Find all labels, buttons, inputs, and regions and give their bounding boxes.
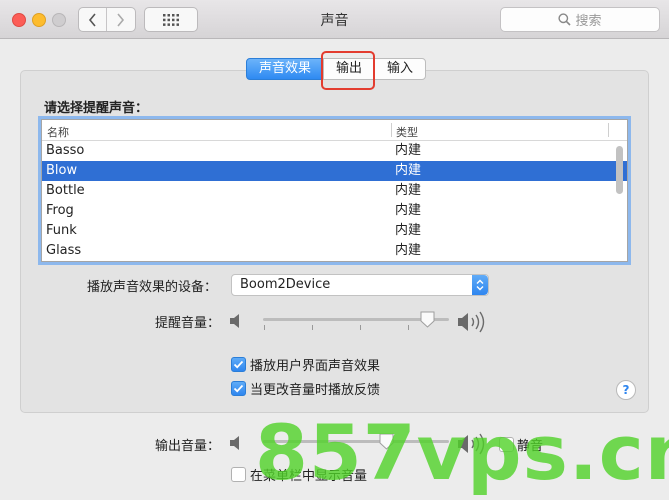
list-scrollbar[interactable] [616, 146, 623, 194]
device-select-value: Boom2Device [240, 277, 331, 292]
output-tab-highlight-box [321, 51, 375, 90]
sound-type-cell: 内建 [395, 203, 422, 218]
column-header-type[interactable]: 类型 [396, 124, 418, 140]
title-bar: 声音 搜索 [0, 0, 669, 39]
column-divider [608, 123, 609, 137]
sound-name-cell: Blow [46, 163, 78, 178]
speaker-high-icon [458, 311, 485, 333]
alert-sound-label: 请选择提醒声音： [44, 101, 149, 116]
tab-sound-effects[interactable]: 声音效果 [246, 58, 325, 80]
speaker-low-icon [230, 314, 239, 328]
sound-name-cell: Funk [46, 223, 77, 238]
sound-type-cell: 内建 [395, 163, 422, 178]
checkmark-icon [233, 384, 244, 393]
device-select[interactable]: Boom2Device [231, 274, 489, 296]
watermark-text: 857vps.cn [255, 408, 669, 497]
sound-list-row[interactable]: Blow 内建 [42, 161, 627, 181]
search-icon [558, 13, 572, 26]
volume-feedback-label[interactable]: 当更改音量时播放反馈 [250, 379, 380, 398]
search-field[interactable]: 搜索 [500, 7, 660, 32]
volume-feedback-checkbox[interactable] [231, 381, 246, 396]
sound-name-cell: Basso [46, 143, 85, 158]
column-header-name[interactable]: 名称 [47, 124, 69, 140]
sound-list-row[interactable]: Frog 内建 [42, 201, 627, 221]
tab-input[interactable]: 输入 [374, 58, 427, 80]
ui-sound-effects-checkbox[interactable] [231, 357, 246, 372]
slider-tick [264, 325, 265, 330]
show-volume-in-menubar-checkbox[interactable] [231, 467, 246, 482]
sound-name-cell: Glass [46, 243, 82, 258]
output-volume-label: 输出音量： [155, 439, 221, 454]
sound-list-row[interactable]: Glass 内建 [42, 241, 627, 261]
slider-tick [360, 325, 361, 330]
sound-type-cell: 内建 [395, 143, 422, 158]
sound-list-row[interactable]: Basso 内建 [42, 141, 627, 161]
list-header: 名称 类型 [42, 120, 627, 141]
alert-volume-label: 提醒音量： [155, 316, 221, 331]
slider-tick [408, 325, 409, 330]
select-arrows-icon [472, 275, 488, 295]
slider-knob[interactable] [420, 311, 435, 328]
ui-sound-effects-label[interactable]: 播放用户界面声音效果 [250, 355, 380, 374]
slider-tick [312, 325, 313, 330]
speaker-low-icon [230, 436, 239, 450]
sound-list-row[interactable]: Funk 内建 [42, 221, 627, 241]
sound-type-cell: 内建 [395, 243, 422, 258]
alert-sound-list[interactable]: 名称 类型 Basso 内建 Blow 内建 Bottle 内建 Frog 内建 Funk 内建 G… [41, 119, 628, 262]
alert-volume-slider[interactable] [263, 310, 449, 330]
checkmark-icon [233, 360, 244, 369]
sound-type-cell: 内建 [395, 223, 422, 238]
device-label: 播放声音效果的设备： [87, 280, 218, 295]
sound-name-cell: Frog [46, 203, 74, 218]
search-placeholder: 搜索 [575, 14, 602, 29]
sound-type-cell: 内建 [395, 183, 422, 198]
sound-list-row[interactable]: Bottle 内建 [42, 181, 627, 201]
column-divider [391, 123, 392, 137]
sound-name-cell: Bottle [46, 183, 85, 198]
help-button[interactable]: ? [616, 380, 636, 400]
